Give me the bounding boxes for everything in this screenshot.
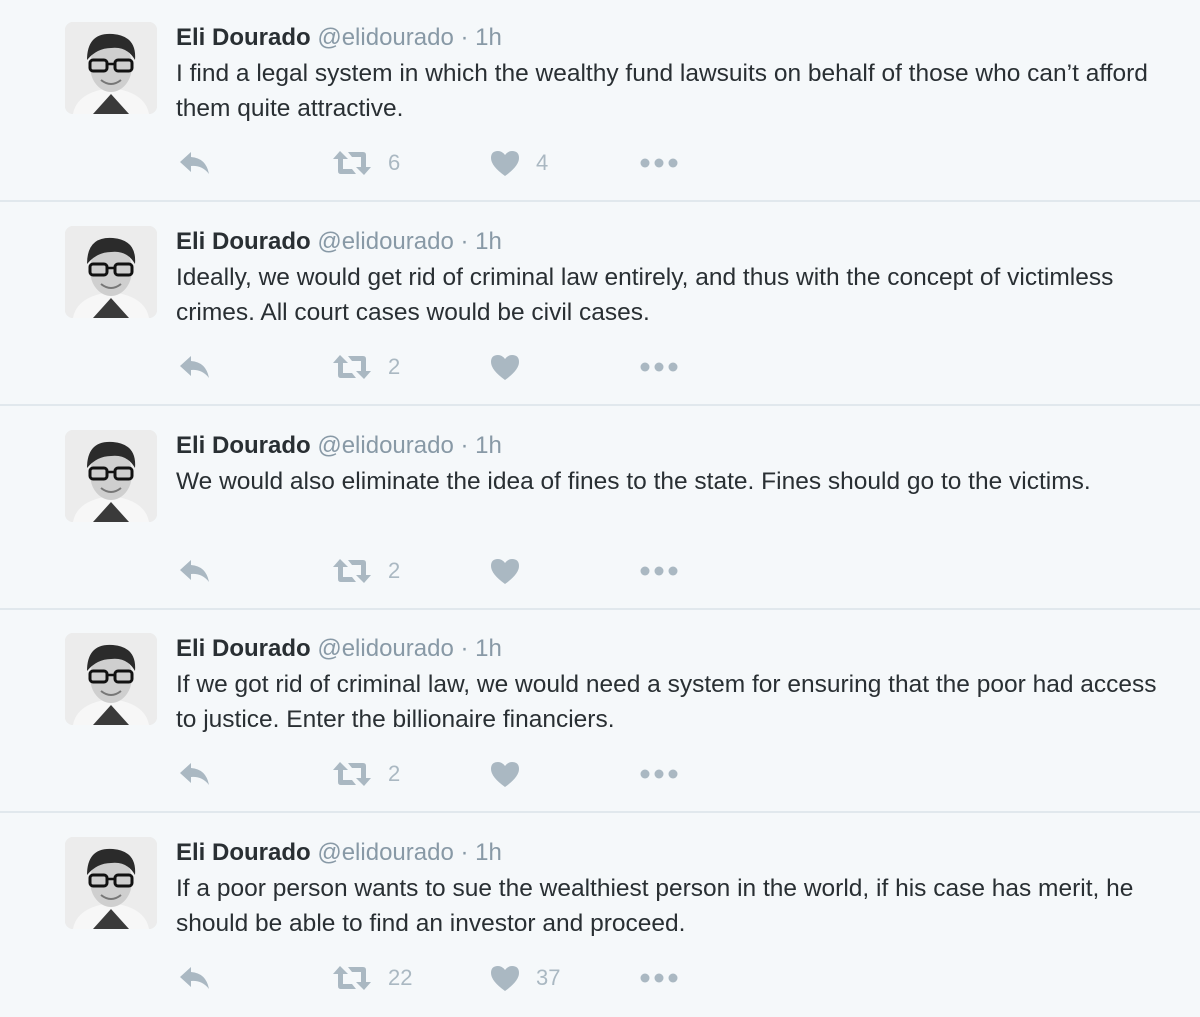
tweet[interactable]: Eli Dourado @elidourado · 1h If we got r… (0, 611, 1200, 813)
avatar[interactable] (65, 633, 157, 725)
separator-dot: · (460, 635, 469, 662)
author-handle[interactable]: @elidourado (317, 432, 453, 459)
tweet-header: Eli Dourado @elidourado · 1h (176, 24, 502, 52)
tweet-actions: 2 (0, 344, 1200, 390)
retweet-button[interactable]: 2 (332, 548, 400, 594)
separator-dot: · (460, 24, 469, 51)
like-button[interactable] (490, 344, 536, 390)
tweet-actions: 22 37 (0, 955, 1200, 1001)
more-button[interactable] (640, 344, 678, 390)
avatar[interactable] (65, 430, 157, 522)
retweet-count: 22 (388, 965, 413, 990)
more-dots-icon (640, 769, 678, 779)
tweet-actions: 2 (0, 548, 1200, 594)
tweet[interactable]: Eli Dourado @elidourado · 1h If a poor p… (0, 815, 1200, 1017)
author-name[interactable]: Eli Dourado (176, 228, 311, 255)
author-handle[interactable]: @elidourado (317, 839, 453, 866)
avatar[interactable] (65, 226, 157, 318)
reply-icon (180, 152, 209, 174)
retweet-icon (333, 762, 371, 786)
separator-dot: · (460, 839, 469, 866)
tweet-header: Eli Dourado @elidourado · 1h (176, 839, 502, 867)
retweet-button[interactable]: 22 (332, 955, 412, 1001)
avatar-image (65, 226, 157, 318)
tweet-header: Eli Dourado @elidourado · 1h (176, 635, 502, 663)
tweet-timestamp[interactable]: 1h (475, 839, 502, 866)
separator-dot: · (460, 228, 469, 255)
tweet-header: Eli Dourado @elidourado · 1h (176, 432, 502, 460)
retweet-icon (333, 355, 371, 379)
author-handle[interactable]: @elidourado (317, 635, 453, 662)
avatar[interactable] (65, 22, 157, 114)
like-button[interactable] (490, 751, 536, 797)
more-dots-icon (640, 158, 678, 168)
heart-icon (491, 151, 519, 176)
reply-icon (180, 560, 209, 582)
tweet-timestamp[interactable]: 1h (475, 24, 502, 51)
retweet-icon (333, 559, 371, 583)
author-name[interactable]: Eli Dourado (176, 24, 311, 51)
like-count: 37 (536, 965, 561, 990)
retweet-count: 2 (388, 558, 401, 583)
retweet-count: 6 (388, 150, 401, 175)
tweet-text: We would also eliminate the idea of fine… (176, 468, 1091, 495)
like-button[interactable]: 37 (490, 955, 560, 1001)
tweet-text: I find a legal system in which the wealt… (176, 60, 1148, 122)
tweet-actions: 6 4 (0, 140, 1200, 186)
tweet-text: Ideally, we would get rid of criminal la… (176, 264, 1114, 326)
retweet-button[interactable]: 6 (332, 140, 400, 186)
heart-icon (491, 355, 519, 380)
reply-icon (180, 967, 209, 989)
author-name[interactable]: Eli Dourado (176, 432, 311, 459)
reply-icon (180, 763, 209, 785)
retweet-count: 2 (388, 354, 401, 379)
avatar-image (65, 633, 157, 725)
reply-icon (180, 356, 209, 378)
more-button[interactable] (640, 548, 678, 594)
like-count: 4 (536, 150, 549, 175)
avatar[interactable] (65, 837, 157, 929)
more-button[interactable] (640, 751, 678, 797)
tweet[interactable]: Eli Dourado @elidourado · 1h We would al… (0, 408, 1200, 610)
heart-icon (491, 966, 519, 991)
more-dots-icon (640, 362, 678, 372)
retweet-count: 2 (388, 761, 401, 786)
more-button[interactable] (640, 140, 678, 186)
avatar-image (65, 22, 157, 114)
author-name[interactable]: Eli Dourado (176, 635, 311, 662)
avatar-image (65, 430, 157, 522)
reply-button[interactable] (178, 548, 212, 594)
tweet-feed: Eli Dourado @elidourado · 1h I find a le… (0, 0, 1200, 1010)
tweet-actions: 2 (0, 751, 1200, 797)
more-button[interactable] (640, 955, 678, 1001)
retweet-button[interactable]: 2 (332, 344, 400, 390)
retweet-icon (333, 966, 371, 990)
heart-icon (491, 559, 519, 584)
separator-dot: · (460, 432, 469, 459)
author-handle[interactable]: @elidourado (317, 24, 453, 51)
tweet-timestamp[interactable]: 1h (475, 228, 502, 255)
retweet-icon (333, 151, 371, 175)
like-button[interactable] (490, 548, 536, 594)
author-name[interactable]: Eli Dourado (176, 839, 311, 866)
more-dots-icon (640, 566, 678, 576)
tweet-header: Eli Dourado @elidourado · 1h (176, 228, 502, 256)
tweet-timestamp[interactable]: 1h (475, 432, 502, 459)
avatar-image (65, 837, 157, 929)
retweet-button[interactable]: 2 (332, 751, 400, 797)
tweet-text: If we got rid of criminal law, we would … (176, 671, 1157, 733)
tweet[interactable]: Eli Dourado @elidourado · 1h I find a le… (0, 0, 1200, 202)
tweet-timestamp[interactable]: 1h (475, 635, 502, 662)
heart-icon (491, 762, 519, 787)
like-button[interactable]: 4 (490, 140, 548, 186)
reply-button[interactable] (178, 955, 212, 1001)
reply-button[interactable] (178, 140, 212, 186)
reply-button[interactable] (178, 344, 212, 390)
more-dots-icon (640, 973, 678, 983)
tweet[interactable]: Eli Dourado @elidourado · 1h Ideally, we… (0, 204, 1200, 406)
author-handle[interactable]: @elidourado (317, 228, 453, 255)
tweet-text: If a poor person wants to sue the wealth… (176, 875, 1134, 937)
reply-button[interactable] (178, 751, 212, 797)
